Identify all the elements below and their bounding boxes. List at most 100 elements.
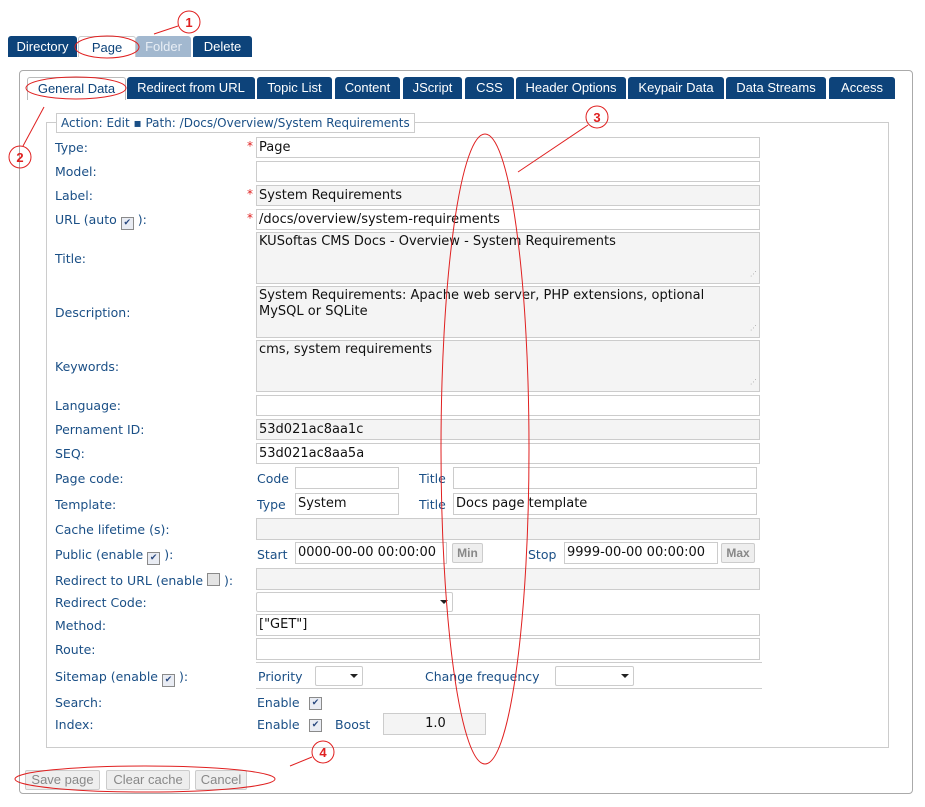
sitemap-label-close: ): [178, 669, 189, 684]
route-field[interactable] [256, 638, 760, 660]
public-start-field[interactable]: 0000-00-00 00:00:00 [295, 542, 447, 564]
public-enable-checkbox[interactable]: ✔ [147, 552, 161, 565]
sitemap-enable-checkbox[interactable]: ✔ [161, 674, 175, 687]
route-label: Route: [55, 642, 96, 657]
url-field[interactable]: /docs/overview/system-requirements [256, 209, 760, 230]
tab-css[interactable]: CSS [465, 77, 514, 99]
description-text: System Requirements: Apache web server, … [259, 288, 705, 319]
required-marker: * [247, 211, 253, 225]
stop-sublabel: Stop [528, 547, 557, 562]
search-enable-sublabel: Enable [257, 695, 300, 710]
sitemap-label: Sitemap (enable ✔ ): [55, 669, 189, 687]
type-field[interactable]: Page [256, 137, 760, 158]
cache-lifetime-label: Cache lifetime (s): [55, 522, 170, 537]
change-frequency-sublabel: Change frequency [425, 669, 540, 684]
action-path-legend: Action: Edit ▪ Path: /Docs/Overview/Syst… [56, 113, 415, 133]
title-textarea[interactable]: KUSoftas CMS Docs - Overview - System Re… [256, 232, 760, 284]
cache-lifetime-field[interactable] [256, 518, 760, 540]
annotation-arrow-1 [153, 25, 179, 35]
url-label: URL (auto ✔ ): [55, 212, 147, 230]
page-title-sublabel: Title [419, 471, 446, 486]
label-label: Label: [55, 188, 93, 203]
redirect-url-label-text: Redirect to URL (enable [55, 573, 204, 588]
model-label: Model: [55, 164, 97, 179]
change-frequency-select[interactable] [555, 666, 634, 686]
tab-data-streams[interactable]: Data Streams [726, 77, 826, 99]
chevron-down-icon [621, 674, 629, 678]
redirect-code-label: Redirect Code: [55, 595, 147, 610]
permanent-id-label: Pernament ID: [55, 422, 145, 437]
seq-field[interactable]: 53d021ac8aa5a [256, 443, 760, 464]
redirect-url-field[interactable] [256, 568, 760, 590]
tab-general-data[interactable]: General Data [27, 77, 126, 100]
cancel-button[interactable]: Cancel [195, 770, 247, 790]
redirect-enable-checkbox[interactable] [207, 573, 221, 586]
redirect-url-label-close: ): [224, 573, 234, 588]
resize-grip-icon[interactable]: ⋰ [750, 374, 757, 390]
start-sublabel: Start [257, 547, 288, 562]
url-label-text: URL (auto [55, 212, 117, 227]
permanent-id-field: 53d021ac8aa1c [256, 419, 760, 440]
tab-page[interactable]: Page [78, 36, 136, 57]
type-label: Type: [55, 140, 88, 155]
page-code-title-field[interactable] [453, 467, 757, 489]
tab-redirect-from-url[interactable]: Redirect from URL [127, 77, 255, 99]
divider [256, 662, 762, 663]
method-field[interactable]: ["GET"] [256, 614, 760, 636]
boost-sublabel: Boost [335, 717, 371, 732]
seq-label: SEQ: [55, 446, 85, 461]
chevron-down-icon [350, 674, 358, 678]
public-label-text: Public (enable [55, 547, 144, 562]
label-field[interactable]: System Requirements [256, 185, 760, 206]
tab-access[interactable]: Access [829, 77, 895, 99]
sitemap-label-text: Sitemap (enable [55, 669, 158, 684]
template-title-field[interactable]: Docs page template [453, 493, 757, 515]
resize-grip-icon[interactable]: ⋰ [750, 266, 757, 282]
keywords-text: cms, system requirements [259, 342, 432, 357]
search-enable-checkbox[interactable]: ✔ [309, 697, 322, 710]
keywords-label: Keywords: [55, 359, 120, 374]
public-label: Public (enable ✔ ): [55, 547, 174, 565]
template-label: Template: [55, 497, 117, 512]
tab-content[interactable]: Content [335, 77, 400, 99]
public-label-close: ): [164, 547, 174, 562]
language-label: Language: [55, 398, 121, 413]
description-textarea[interactable]: System Requirements: Apache web server, … [256, 286, 760, 338]
keywords-textarea[interactable]: cms, system requirements ⋰ [256, 340, 760, 392]
tab-topic-list[interactable]: Topic List [257, 77, 332, 99]
chevron-down-icon [440, 600, 448, 604]
search-label: Search: [55, 695, 103, 710]
url-auto-checkbox[interactable]: ✔ [120, 217, 134, 230]
redirect-code-select[interactable] [256, 592, 453, 612]
page-code-field[interactable] [295, 467, 399, 489]
priority-select[interactable] [315, 666, 363, 686]
redirect-url-label: Redirect to URL (enable ): [55, 572, 233, 588]
model-field[interactable] [256, 161, 760, 182]
description-label: Description: [55, 305, 131, 320]
max-button[interactable]: Max [721, 543, 755, 563]
index-enable-checkbox[interactable]: ✔ [309, 719, 322, 732]
index-enable-sublabel: Enable [257, 717, 300, 732]
divider [256, 688, 762, 689]
min-button[interactable]: Min [452, 543, 483, 563]
tab-header-options[interactable]: Header Options [516, 77, 626, 99]
annotation-number-1: 1 [185, 15, 192, 30]
template-title-sublabel: Title [419, 497, 446, 512]
required-marker: * [247, 139, 253, 153]
language-field[interactable] [256, 395, 760, 416]
tab-delete[interactable]: Delete [193, 36, 252, 57]
title-text: KUSoftas CMS Docs - Overview - System Re… [259, 234, 616, 249]
public-stop-field[interactable]: 9999-00-00 00:00:00 [564, 542, 718, 564]
tab-directory[interactable]: Directory [8, 36, 77, 57]
annotation-circle-1 [177, 10, 201, 34]
tab-keypair-data[interactable]: Keypair Data [628, 77, 724, 99]
tab-jscript[interactable]: JScript [403, 77, 462, 99]
resize-grip-icon[interactable]: ⋰ [750, 320, 757, 336]
url-label-close: ): [137, 212, 147, 227]
template-type-field[interactable]: System [295, 493, 399, 515]
save-page-button[interactable]: Save page [25, 770, 100, 790]
clear-cache-button[interactable]: Clear cache [106, 770, 190, 790]
page-code-label: Page code: [55, 471, 124, 486]
template-type-sublabel: Type [257, 497, 286, 512]
boost-field[interactable]: 1.0 [383, 713, 486, 735]
